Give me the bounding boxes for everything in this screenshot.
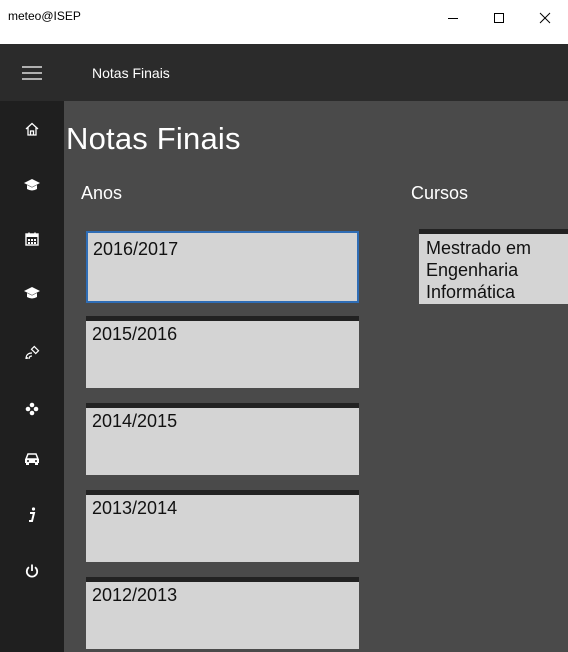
window-titlebar: meteo@ISEP [0, 0, 568, 44]
nav-item-grades[interactable] [0, 167, 64, 203]
app-header: Notas Finais [0, 44, 568, 101]
window-title: meteo@ISEP [8, 9, 81, 23]
main-content: Notas Finais Anos Cursos 2016/2017 2015/… [64, 101, 568, 652]
year-item[interactable]: 2012/2013 [86, 577, 359, 649]
nav-item-transport[interactable] [0, 441, 64, 477]
app-title: Notas Finais [92, 64, 170, 81]
minimize-icon [448, 18, 458, 19]
home-icon [25, 122, 39, 136]
year-item[interactable]: 2014/2015 [86, 403, 359, 475]
graduation-cap-icon [24, 179, 40, 191]
nav-item-weather[interactable] [0, 335, 64, 371]
minimize-button[interactable] [430, 0, 476, 44]
page-title: Notas Finais [66, 121, 241, 156]
info-icon [29, 507, 36, 522]
calendar-icon [25, 232, 39, 246]
close-icon [539, 12, 551, 24]
cursos-label: Cursos [411, 183, 469, 203]
window-controls [430, 0, 568, 44]
maximize-icon [494, 13, 504, 23]
nav-item-flower[interactable] [0, 391, 64, 427]
graduation-cap-icon [24, 287, 40, 299]
maximize-button[interactable] [476, 0, 522, 44]
nav-rail [0, 101, 64, 652]
anos-label: Anos [81, 183, 123, 203]
nav-item-info[interactable] [0, 497, 64, 533]
satellite-icon [25, 345, 40, 360]
hamburger-icon [22, 65, 42, 80]
power-icon [25, 564, 39, 578]
hamburger-menu-button[interactable] [0, 44, 64, 101]
nav-item-logout[interactable] [0, 553, 64, 589]
year-item-selected[interactable]: 2016/2017 [86, 231, 359, 303]
nav-item-calendar[interactable] [0, 221, 64, 257]
car-icon [24, 453, 40, 465]
nav-item-courses[interactable] [0, 275, 64, 311]
year-item[interactable]: 2015/2016 [86, 316, 359, 388]
nav-item-home[interactable] [0, 111, 64, 147]
course-item[interactable]: Mestrado em Engenharia Informática [419, 229, 568, 304]
close-button[interactable] [522, 0, 568, 44]
flower-icon [25, 402, 39, 416]
year-item[interactable]: 2013/2014 [86, 490, 359, 562]
